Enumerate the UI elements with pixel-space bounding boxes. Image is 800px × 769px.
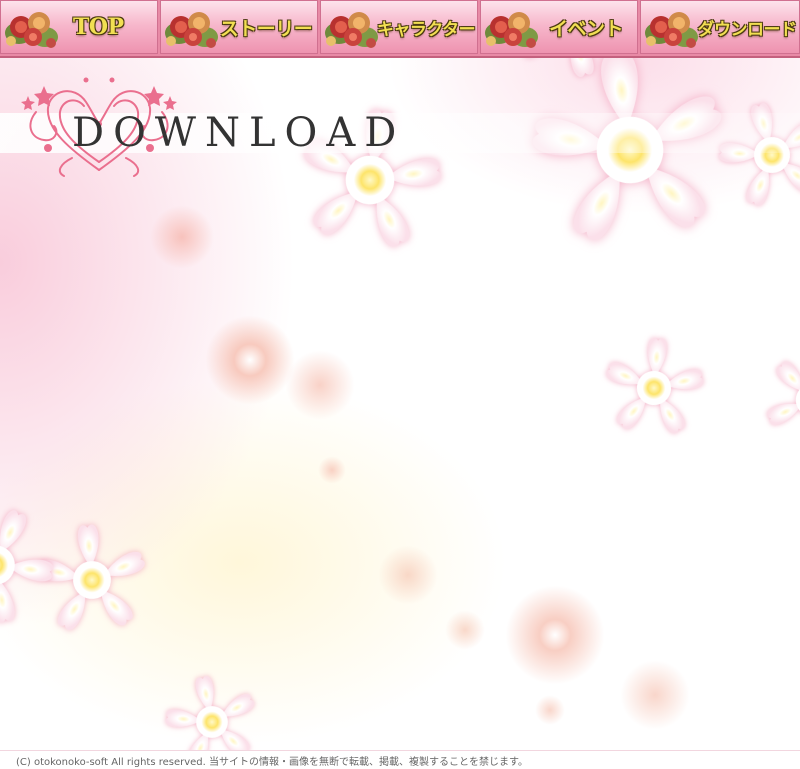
page-title: DOWNLOAD: [72, 110, 406, 156]
bokeh-dot: [285, 350, 355, 420]
bokeh-dot: [505, 585, 605, 685]
rose-bouquet-icon: [5, 12, 58, 48]
rose-bouquet-icon: [645, 12, 698, 48]
nav-download-button[interactable]: ダウンロード: [640, 0, 800, 54]
rose-bouquet-icon: [165, 12, 218, 48]
rose-bouquet-icon: [485, 12, 538, 48]
nav-label: ダウンロード: [697, 19, 798, 40]
bokeh-dot: [150, 205, 214, 269]
bokeh-dot: [445, 610, 485, 650]
footer: (C) otokonoko-soft All rights reserved. …: [0, 750, 800, 769]
main-nav: TOP ストーリー キャラクター イベント ダウンロード: [0, 0, 800, 58]
bokeh-dot: [620, 660, 690, 730]
bokeh-dot: [318, 456, 346, 484]
nav-top-button[interactable]: TOP: [0, 0, 158, 54]
rose-bouquet-icon: [325, 12, 378, 48]
bokeh-dot: [378, 545, 438, 605]
page-background: DOWNLOAD: [0, 0, 800, 750]
nav-label: イベント: [548, 17, 624, 40]
nav-label: キャラクター: [376, 19, 476, 40]
bokeh-dot: [205, 315, 295, 405]
nav-story-button[interactable]: ストーリー: [160, 0, 318, 54]
cherry-blossom: [0, 500, 60, 630]
nav-label: ストーリー: [219, 17, 313, 40]
cherry-blossom: [160, 670, 264, 750]
bokeh-dot: [535, 695, 565, 725]
copyright-text: (C) otokonoko-soft All rights reserved. …: [16, 756, 529, 768]
nav-event-button[interactable]: イベント: [480, 0, 638, 54]
nav-character-button[interactable]: キャラクター: [320, 0, 478, 54]
nav-label: TOP: [73, 14, 124, 40]
cherry-blossom: [598, 332, 710, 444]
cherry-blossom: [762, 350, 800, 450]
